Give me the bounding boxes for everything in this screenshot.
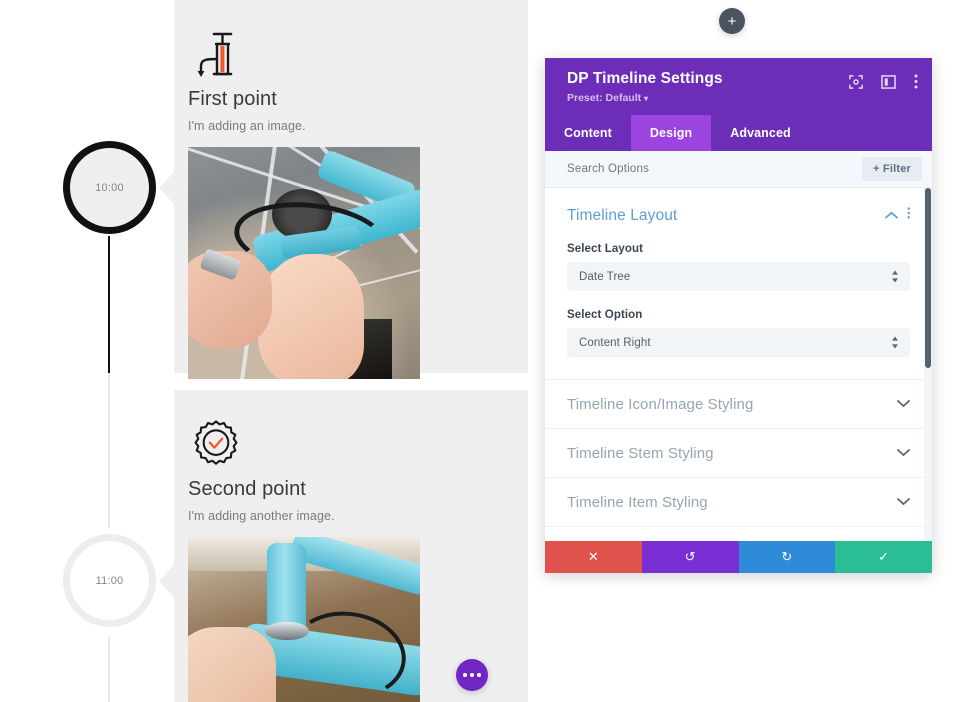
section-timeline-item-styling[interactable]: Timeline Item Styling xyxy=(545,478,932,527)
timeline-stem-inactive xyxy=(108,373,110,528)
plus-icon: + xyxy=(727,12,737,30)
section-timeline-heading[interactable]: Timeline Heading xyxy=(545,527,932,541)
undo-button[interactable]: ↺ xyxy=(641,541,739,573)
tab-content[interactable]: Content xyxy=(545,115,631,151)
timeline-marker-10-00[interactable]: 10:00 xyxy=(63,141,156,234)
panel-header: DP Timeline Settings Preset: Default ▾ xyxy=(545,58,932,115)
timeline-stem-active xyxy=(108,236,110,373)
section-timeline-layout: Timeline Layout Select Layout Date Tree … xyxy=(545,188,932,380)
timeline-item-subtitle: I'm adding an image. xyxy=(188,119,306,133)
panel-header-icon-group xyxy=(849,74,918,89)
timeline-item-2[interactable]: Second point I'm adding another image. xyxy=(174,390,528,702)
section-vertical-dots-icon[interactable] xyxy=(907,206,911,225)
timeline-time-label: 11:00 xyxy=(95,574,124,587)
timeline-item-subtitle: I'm adding another image. xyxy=(188,509,335,523)
section-title: Timeline Icon/Image Styling xyxy=(567,395,754,413)
panel-preset[interactable]: Preset: Default ▾ xyxy=(567,92,916,104)
timeline-item-title: First point xyxy=(188,88,277,110)
chevron-down-icon xyxy=(897,444,910,462)
bicycle-pump-icon xyxy=(188,26,244,82)
panel-search-bar: + Filter xyxy=(545,151,932,188)
timeline-marker-11-00[interactable]: 11:00 xyxy=(63,534,156,627)
panel-scrollbar-thumb[interactable] xyxy=(925,188,931,368)
updown-arrows-icon xyxy=(891,270,899,283)
vertical-dots-icon[interactable] xyxy=(914,74,918,89)
dot-icon xyxy=(477,673,481,677)
check-icon: ✓ xyxy=(878,549,890,564)
more-options-fab[interactable] xyxy=(456,659,488,691)
chevron-down-icon xyxy=(897,395,910,413)
caret-down-icon: ▾ xyxy=(644,94,649,103)
section-title: Timeline Stem Styling xyxy=(567,444,714,462)
bike-frame-closeup-photo xyxy=(188,537,420,702)
field-label-select-option: Select Option xyxy=(567,309,643,321)
section-header[interactable]: Timeline Layout xyxy=(567,206,910,225)
section-title: Timeline Layout xyxy=(567,206,678,224)
timeline-notch-2 xyxy=(159,565,174,597)
screen-root: 10:00 First point I'm adding an image. 1… xyxy=(0,0,960,702)
module-settings-panel: DP Timeline Settings Preset: Default ▾ C… xyxy=(545,58,932,573)
chevron-down-icon xyxy=(897,493,910,511)
timeline-time-label: 10:00 xyxy=(95,181,124,194)
timeline-stem-tail xyxy=(108,637,110,702)
field-label-select-layout: Select Layout xyxy=(567,243,644,255)
panel-layout-icon[interactable] xyxy=(881,74,896,89)
cancel-button[interactable]: ✕ xyxy=(545,541,642,573)
dot-icon xyxy=(463,673,467,677)
section-timeline-stem-styling[interactable]: Timeline Stem Styling xyxy=(545,429,932,478)
timeline-item-title: Second point xyxy=(188,478,306,500)
focus-target-icon[interactable] xyxy=(849,74,863,89)
dot-icon xyxy=(470,673,474,677)
bike-wheel-repair-photo xyxy=(188,147,420,379)
select-option-value: Content Right xyxy=(579,336,651,349)
tab-design[interactable]: Design xyxy=(630,115,712,151)
undo-icon: ↺ xyxy=(684,549,696,564)
updown-arrows-icon xyxy=(891,336,899,349)
close-icon: ✕ xyxy=(587,549,599,564)
timeline-notch-1 xyxy=(159,172,174,204)
select-layout-dropdown[interactable]: Date Tree xyxy=(567,262,910,291)
redo-button[interactable]: ↻ xyxy=(738,541,836,573)
section-title: Timeline Item Styling xyxy=(567,493,708,511)
select-option-dropdown[interactable]: Content Right xyxy=(567,328,910,357)
panel-body: Timeline Layout Select Layout Date Tree … xyxy=(545,188,932,541)
panel-scrollbar-track[interactable] xyxy=(924,188,932,541)
chevron-up-icon[interactable] xyxy=(884,207,898,225)
badge-check-seal-icon xyxy=(188,416,244,472)
timeline-item-1[interactable]: First point I'm adding an image. xyxy=(174,0,528,379)
panel-footer: ✕ ↺ ↻ ✓ xyxy=(545,541,932,573)
section-timeline-icon-image-styling[interactable]: Timeline Icon/Image Styling xyxy=(545,380,932,429)
save-button[interactable]: ✓ xyxy=(835,541,932,573)
add-module-button[interactable]: + xyxy=(719,8,745,34)
search-input[interactable] xyxy=(567,163,767,175)
tab-advanced[interactable]: Advanced xyxy=(711,115,810,151)
select-layout-value: Date Tree xyxy=(579,270,631,283)
redo-icon: ↻ xyxy=(781,549,793,564)
filter-button[interactable]: + Filter xyxy=(862,157,922,181)
panel-tabs: Content Design Advanced xyxy=(545,115,932,151)
section-tools xyxy=(884,206,911,225)
